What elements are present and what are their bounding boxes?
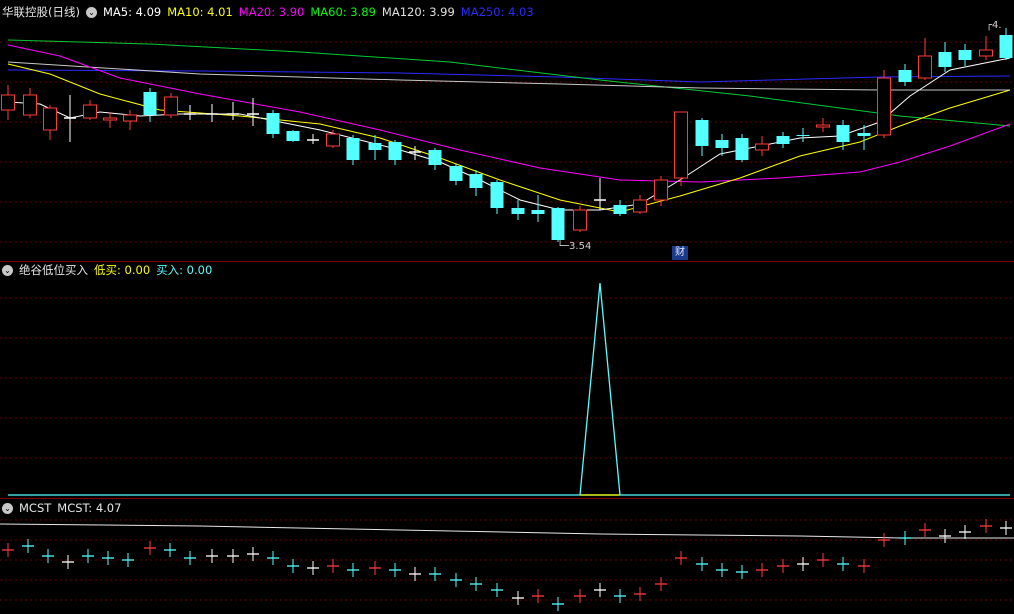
candle-down xyxy=(898,70,912,82)
candle-down xyxy=(836,125,850,142)
candle-down xyxy=(449,166,463,181)
ma10-line xyxy=(7,63,1011,213)
candle-up xyxy=(877,77,891,136)
candle-down xyxy=(286,131,300,141)
candle-up xyxy=(164,96,178,116)
candle-down xyxy=(776,136,790,144)
buy-signal-spike xyxy=(579,282,621,496)
candle-down xyxy=(999,35,1013,58)
ma20-line xyxy=(7,44,1011,183)
finance-badge[interactable]: 财 xyxy=(672,246,688,260)
indicator-chart[interactable] xyxy=(0,262,1014,498)
candle-down xyxy=(143,92,157,115)
candle-up xyxy=(979,49,993,57)
candle-up xyxy=(633,199,647,213)
candle-down xyxy=(368,143,382,150)
candle-up xyxy=(573,209,587,231)
candle-down xyxy=(551,208,565,240)
candle-down xyxy=(511,208,525,214)
candle-up xyxy=(326,133,340,147)
candle-down xyxy=(346,138,360,160)
candle-down xyxy=(469,174,483,188)
candle-down xyxy=(388,142,402,160)
candle-down xyxy=(796,135,810,136)
candle-up xyxy=(23,94,37,116)
candle-up xyxy=(1,94,15,111)
candle-up xyxy=(674,111,688,179)
candlestick-chart[interactable] xyxy=(0,0,1014,260)
mcst-line xyxy=(0,523,1014,539)
candle-down xyxy=(958,50,972,60)
candle-down xyxy=(613,205,627,214)
candle-up xyxy=(123,114,137,122)
mcst-chart[interactable] xyxy=(0,500,1014,614)
candle-down xyxy=(938,52,952,67)
candle-down xyxy=(531,210,545,214)
candle-up xyxy=(755,143,769,151)
high-price-label: ┌4. xyxy=(986,20,1002,31)
candle-up xyxy=(654,179,668,201)
candle-up xyxy=(83,104,97,119)
low-price-label: └─3.54 xyxy=(557,241,592,252)
separator-indicator xyxy=(0,498,1014,499)
candle-down xyxy=(428,150,442,165)
candle-down xyxy=(695,120,709,146)
candle-down xyxy=(266,113,280,134)
candle-up xyxy=(103,117,117,121)
candle-down xyxy=(490,182,504,208)
candle-down xyxy=(735,138,749,160)
candle-down xyxy=(857,133,871,136)
candle-down xyxy=(715,140,729,148)
candle-up xyxy=(918,55,932,79)
candle-up xyxy=(816,124,830,128)
candle-up xyxy=(43,107,57,131)
